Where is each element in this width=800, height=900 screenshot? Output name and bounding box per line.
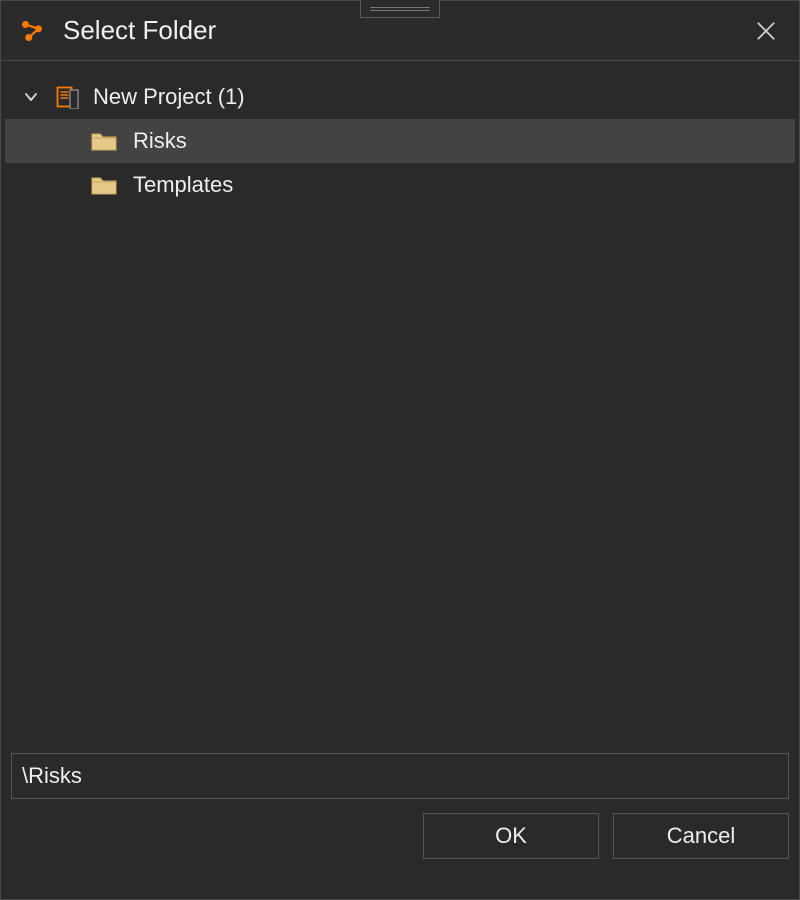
drag-grip[interactable]	[360, 0, 440, 18]
titlebar: Select Folder	[1, 1, 799, 61]
folder-icon	[91, 130, 117, 152]
folder-tree: New Project (1) Risks Templates	[1, 61, 799, 745]
dialog-title: Select Folder	[63, 15, 216, 46]
close-button[interactable]	[751, 16, 781, 46]
path-value: \Risks	[22, 763, 82, 789]
tree-root-label: New Project (1)	[93, 84, 245, 110]
tree-item-label: Risks	[133, 128, 187, 154]
tree-item-templates[interactable]: Templates	[5, 163, 795, 207]
ok-button-label: OK	[495, 823, 527, 849]
app-icon	[19, 18, 45, 44]
ok-button[interactable]: OK	[423, 813, 599, 859]
tree-item-risks[interactable]: Risks	[5, 119, 795, 163]
tree-item-label: Templates	[133, 172, 233, 198]
path-input[interactable]: \Risks	[11, 753, 789, 799]
project-icon	[55, 85, 79, 109]
folder-icon	[91, 174, 117, 196]
cancel-button[interactable]: Cancel	[613, 813, 789, 859]
cancel-button-label: Cancel	[667, 823, 735, 849]
button-row: OK Cancel	[1, 813, 799, 869]
chevron-down-icon[interactable]	[21, 87, 41, 107]
tree-root-item[interactable]: New Project (1)	[5, 75, 795, 119]
